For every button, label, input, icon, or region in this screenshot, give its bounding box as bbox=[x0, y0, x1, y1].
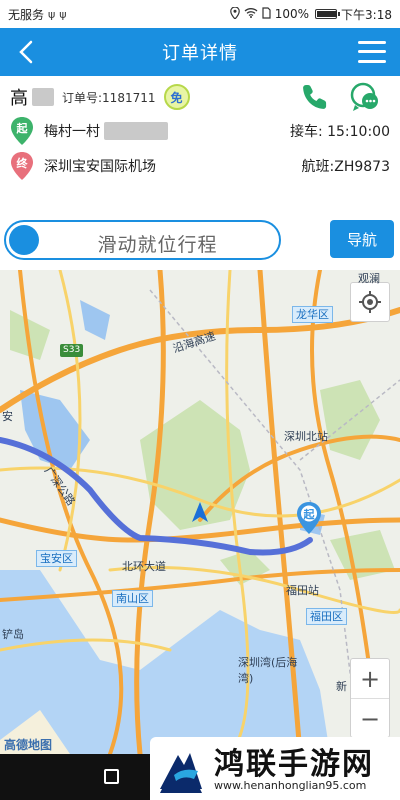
vehicle-arrow-icon bbox=[192, 502, 208, 522]
flight-number: 航班:ZH9873 bbox=[301, 159, 390, 175]
call-button[interactable] bbox=[300, 82, 330, 112]
map-label-guanlan: 观澜 bbox=[358, 272, 380, 285]
crosshair-icon bbox=[359, 291, 381, 313]
hamburger-line bbox=[358, 41, 386, 45]
map-start-label: 起 bbox=[303, 508, 315, 521]
usb-debug-icon: ψ bbox=[59, 7, 67, 21]
map-label-beihuan: 北环大道 bbox=[122, 560, 166, 573]
passenger-row: 高 订单号:1181711 免 bbox=[10, 84, 190, 110]
map-label-island: 铲岛 bbox=[2, 628, 24, 641]
map-label-an: 安 bbox=[2, 410, 13, 423]
battery-icon bbox=[315, 9, 341, 19]
phone-icon bbox=[303, 85, 327, 109]
clock: 下午3:18 bbox=[341, 7, 392, 22]
map-label-futian-station: 福田站 bbox=[286, 584, 319, 597]
watermark-title: 鸿联手游网 bbox=[214, 747, 374, 782]
pickup-address: 梅村一村 bbox=[44, 124, 100, 140]
destination-pin-label: 终 bbox=[16, 157, 28, 170]
passenger-surname: 高 bbox=[10, 88, 28, 109]
map-label-xin: 新 bbox=[336, 680, 347, 693]
chevron-left-icon bbox=[19, 40, 33, 64]
map-label-nanshan: 南山区 bbox=[112, 590, 153, 607]
message-button[interactable] bbox=[350, 82, 382, 114]
slider-knob[interactable] bbox=[9, 225, 39, 255]
masked-address bbox=[104, 122, 168, 140]
destination-pin-icon: 终 bbox=[10, 152, 34, 180]
order-info-panel: 高 订单号:1181711 免 起 梅村一村 接车: 15:10:00 终 深圳… bbox=[0, 76, 400, 194]
status-bar: 无服务 ψ ψ 100% 下午3:18 bbox=[0, 0, 400, 28]
action-row: 滑动就位行程 导航 bbox=[0, 212, 400, 268]
watermark-url: www.henanhonglian95.com bbox=[214, 779, 367, 792]
chat-icon bbox=[350, 82, 378, 111]
hamburger-line bbox=[358, 50, 386, 54]
locate-button[interactable] bbox=[350, 282, 390, 322]
watermark-logo bbox=[154, 741, 208, 795]
pickup-pin-icon: 起 bbox=[10, 117, 34, 145]
map-provider-logo: 高德地图 bbox=[4, 738, 53, 752]
map-label-shenzhen-bay: 深圳湾(后海湾) bbox=[238, 656, 298, 685]
masked-name bbox=[32, 88, 54, 106]
destination-address: 深圳宝安国际机场 bbox=[44, 159, 156, 175]
back-button[interactable] bbox=[8, 34, 44, 70]
hamburger-line bbox=[358, 59, 386, 63]
carrier-text: 无服务 bbox=[8, 7, 45, 22]
header-bar: 订单详情 bbox=[0, 28, 400, 76]
recent-apps-button[interactable] bbox=[104, 769, 119, 784]
road-shield-s33: S33 bbox=[60, 344, 84, 357]
navigate-button[interactable]: 导航 bbox=[330, 220, 394, 258]
map-label-baoan: 宝安区 bbox=[36, 550, 77, 567]
menu-button[interactable] bbox=[358, 38, 386, 66]
destination-row: 终 深圳宝安国际机场 航班:ZH9873 bbox=[10, 151, 390, 181]
zoom-out-button[interactable]: − bbox=[351, 699, 389, 739]
zoom-in-button[interactable]: + bbox=[351, 659, 389, 699]
map-view[interactable]: 龙华区 观澜 深圳北站 宝安区 南山区 福田区 福田站 北环大道 深圳湾(后海湾… bbox=[0, 270, 400, 754]
pickup-time: 接车: 15:10:00 bbox=[289, 124, 390, 140]
map-start-marker: 起 bbox=[296, 502, 322, 534]
page-title: 订单详情 bbox=[162, 43, 238, 64]
usb-icon: ψ bbox=[48, 7, 56, 21]
zoom-controls: + − bbox=[350, 658, 390, 738]
battery-percent: 100% bbox=[274, 7, 310, 21]
map-label-longhua: 龙华区 bbox=[292, 306, 333, 323]
map-label-shenzhen-north: 深圳北站 bbox=[284, 430, 328, 443]
free-badge: 免 bbox=[163, 84, 190, 110]
location-icon bbox=[229, 5, 240, 22]
watermark-banner: 鸿联手游网 www.henanhonglian95.com bbox=[150, 737, 400, 800]
order-number: 订单号:1181711 bbox=[62, 90, 156, 105]
pickup-row: 起 梅村一村 接车: 15:10:00 bbox=[10, 116, 390, 146]
wifi-icon bbox=[244, 7, 258, 21]
sim-icon bbox=[262, 6, 271, 22]
pickup-pin-label: 起 bbox=[16, 122, 28, 135]
slider-text: 滑动就位行程 bbox=[97, 234, 218, 256]
map-label-futian: 福田区 bbox=[306, 608, 347, 625]
arrival-slider[interactable]: 滑动就位行程 bbox=[4, 220, 281, 260]
